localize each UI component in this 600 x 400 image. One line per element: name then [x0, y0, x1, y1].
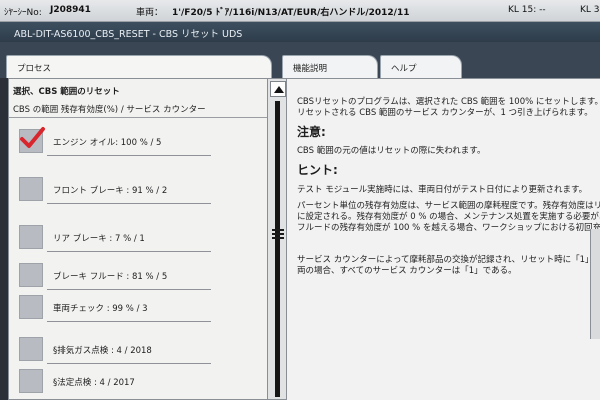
module-title: ABL-DIT-AS6100_CBS_RESET - CBS リセット UDS	[14, 29, 243, 40]
cbs-item-label: 車両チェック : 99 % / 3	[53, 304, 148, 314]
checkbox[interactable]	[19, 295, 43, 319]
vehicle-no: J208941	[50, 5, 91, 15]
status-bar: ｼﾔｰｼｰNo: J208941 車両： 1'/F20/5 ﾄﾞｱ/116i/N…	[0, 0, 600, 22]
item-underline	[47, 363, 211, 364]
cbs-item-label: フロント ブレーキ : 91 % / 2	[53, 186, 168, 196]
checkbox[interactable]	[19, 263, 43, 287]
tab-function-description[interactable]: 機能説明	[282, 55, 378, 78]
cbs-item-label: §法定点検 : 4 / 2017	[53, 378, 135, 388]
checkmark-icon	[20, 127, 45, 148]
cbs-item-label: §排気ガス点検 : 4 / 2018	[53, 346, 152, 356]
item-underline	[47, 203, 211, 204]
function-description-panel: CBSリセットのプログラムは、選択された CBS 範囲を 100% にセットしま…	[286, 78, 600, 400]
hint-text-2c: フルードの残存有効度が 100 % を越える場合、ワークショップにおける初回充填…	[297, 223, 600, 233]
checkbox[interactable]	[19, 127, 45, 153]
intro-text-1: CBSリセットのプログラムは、選択された CBS 範囲を 100% にセットしま…	[297, 97, 600, 107]
cbs-item-statutory-inspection[interactable]: §法定点検 : 4 / 2017	[19, 369, 259, 397]
cbs-item-vehicle-check[interactable]: 車両チェック : 99 % / 3	[19, 295, 259, 323]
cbs-item-engine-oil[interactable]: エンジン オイル: 100 % / 5	[19, 127, 259, 157]
hint-heading: ヒント:	[297, 163, 338, 177]
cbs-item-label: エンジン オイル: 100 % / 5	[53, 138, 162, 148]
hint-text-1: テスト モジュール実施時には、車両日付がテスト日付により更新されます。	[297, 185, 588, 195]
kl30-status: KL 3	[580, 5, 600, 15]
scroll-track[interactable]	[275, 101, 280, 397]
vehicle-no-label: ｼﾔｰｼｰNo:	[4, 8, 42, 18]
hint-text-3a: サービス カウンターによって摩耗部品の交換が記録され、リセット時に「1」段階上げ…	[297, 255, 600, 265]
checkbox[interactable]	[19, 369, 43, 393]
description-scrollbar[interactable]	[590, 229, 600, 339]
selection-heading: 選択、CBS 範囲のリセット	[13, 87, 120, 97]
kl15-status: KL 15: --	[508, 5, 546, 15]
scroll-up-button[interactable]	[270, 81, 286, 97]
checkbox[interactable]	[19, 337, 43, 361]
note-text: CBS 範囲の元の値はリセットの際に失われます。	[297, 146, 486, 156]
hint-text-2a: パーセント単位の残存有効度は、サービス範囲の摩耗程度です。残存有効度はリセットの…	[297, 201, 600, 211]
item-underline	[47, 155, 211, 156]
selection-subheading: CBS の範囲 残存有効度(%) / サービス カウンター	[13, 105, 206, 115]
arrow-up-icon	[274, 86, 284, 93]
tab-row: プロセス 機能説明 ヘルプ	[0, 42, 600, 78]
tab-process[interactable]: プロセス	[6, 55, 272, 78]
intro-text-2: リセットされる CBS 範囲のサービス カウンターが、1 つ引き上げられます。	[297, 108, 593, 118]
model-label: 車両：	[136, 8, 164, 18]
cbs-item-label: リア ブレーキ : 7 % / 1	[53, 234, 145, 244]
tab-help[interactable]: ヘルプ	[380, 55, 462, 78]
cbs-item-emission-inspection[interactable]: §排気ガス点検 : 4 / 2018	[19, 337, 259, 365]
note-heading: 注意:	[297, 125, 326, 139]
cbs-item-rear-brake[interactable]: リア ブレーキ : 7 % / 1	[19, 225, 259, 253]
cbs-item-front-brake[interactable]: フロント ブレーキ : 91 % / 2	[19, 177, 259, 205]
item-underline	[47, 251, 211, 252]
checkbox[interactable]	[19, 225, 43, 249]
vertical-scrollbar[interactable]	[267, 79, 287, 399]
hint-text-2b: に設定される。残存有効度が 0 % の場合、メンテナンス処置を実施する必要があり…	[297, 212, 600, 222]
checkbox[interactable]	[19, 177, 43, 201]
scroll-thumb-grip-icon[interactable]	[270, 227, 286, 245]
cbs-item-label: ブレーキ フルード : 81 % / 5	[53, 272, 168, 282]
hint-text-3b: 両の場合、すべてのサービス カウンターは「1」である。	[297, 266, 517, 276]
module-title-bar: ABL-DIT-AS6100_CBS_RESET - CBS リセット UDS	[0, 22, 600, 42]
item-underline	[47, 289, 211, 290]
vehicle-model: 1'/F20/5 ﾄﾞｱ/116i/N13/AT/EUR/右ハンドル/2012/…	[172, 8, 410, 18]
item-underline	[47, 321, 211, 322]
cbs-item-brake-fluid[interactable]: ブレーキ フルード : 81 % / 5	[19, 263, 259, 291]
divider	[9, 117, 267, 118]
cbs-selection-panel: 選択、CBS 範囲のリセット CBS の範囲 残存有効度(%) / サービス カ…	[8, 78, 287, 400]
